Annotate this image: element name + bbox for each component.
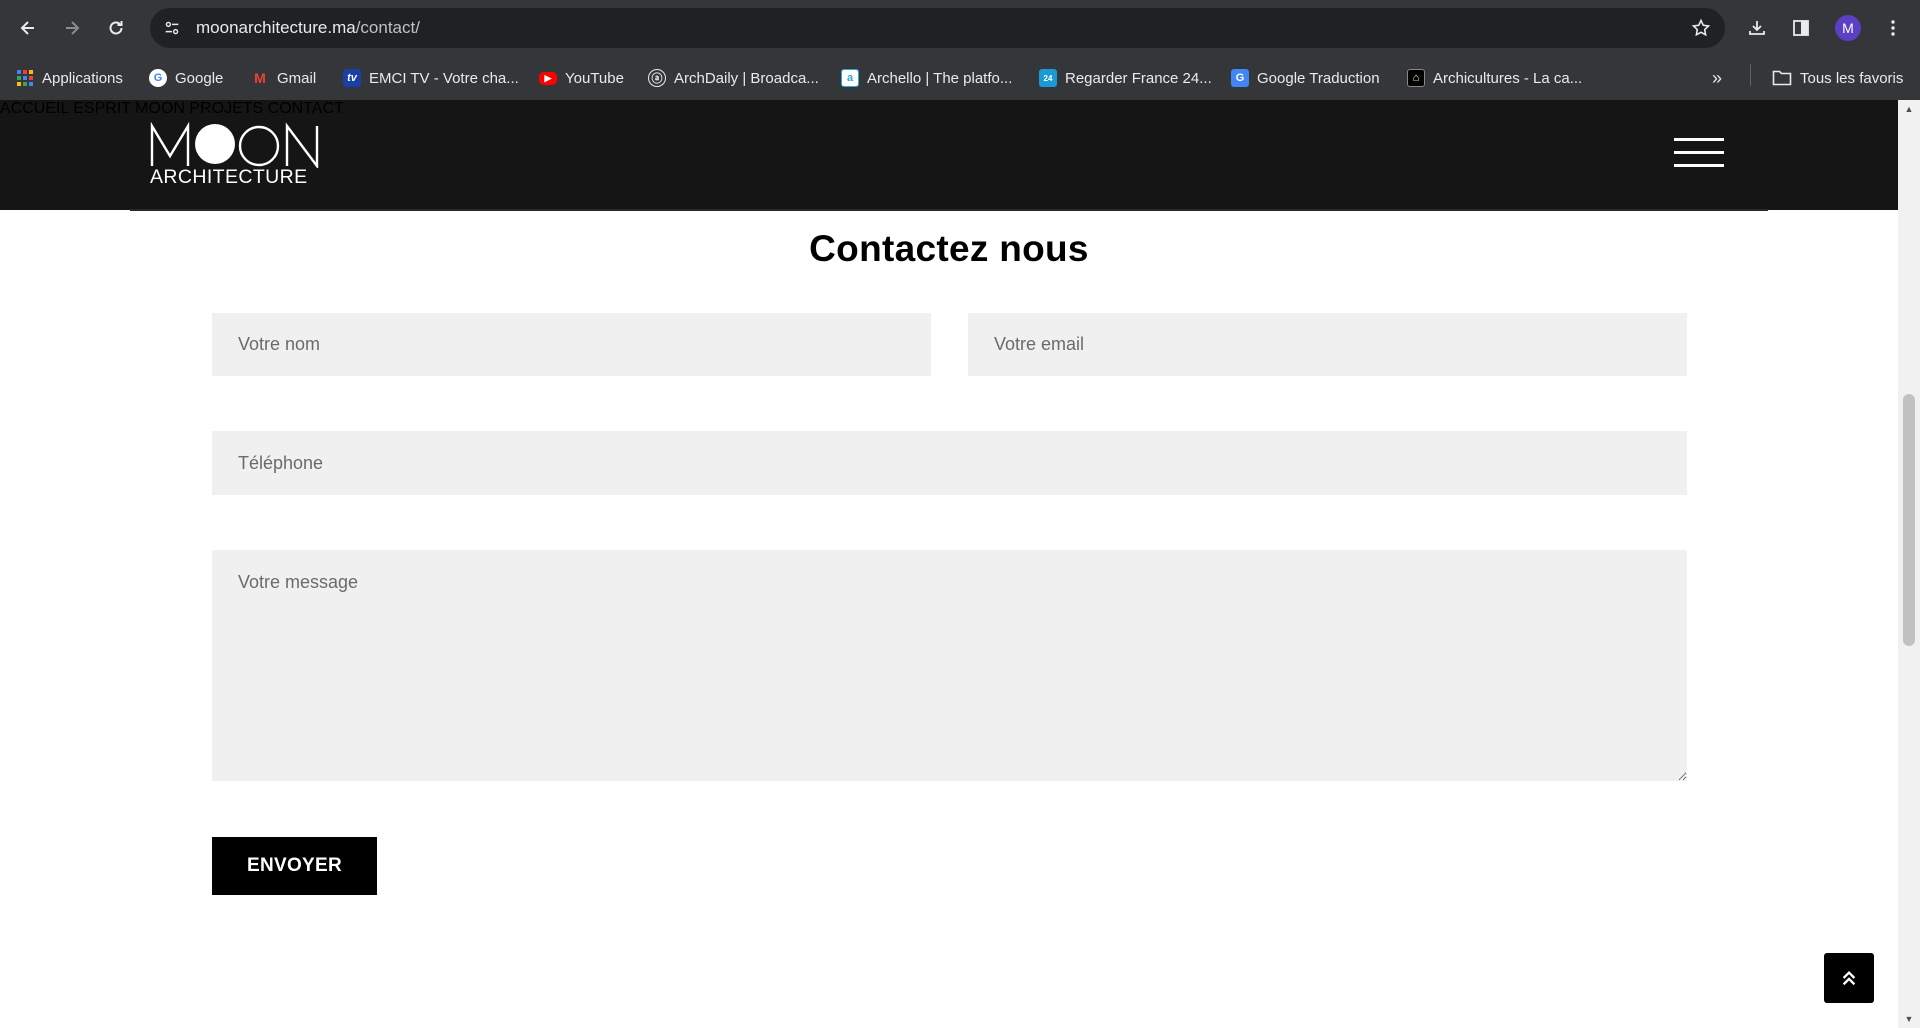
bookmark-google[interactable]: G Google — [149, 64, 223, 92]
submit-button[interactable]: ENVOYER — [212, 837, 377, 895]
bookmark-label: YouTube — [565, 69, 624, 87]
bookmark-label: ArchDaily | Broadca... — [674, 69, 819, 87]
download-icon — [1749, 21, 1765, 35]
url-host: moonarchitecture.ma — [196, 18, 356, 37]
gmail-icon: M — [254, 70, 266, 86]
bookmarks-divider — [1750, 64, 1751, 86]
phone-field[interactable] — [212, 431, 1687, 495]
bookmark-applications[interactable]: Applications — [16, 64, 123, 92]
emci-tv-icon: tv — [343, 69, 361, 87]
scroll-up-arrow-icon[interactable]: ▲ — [1904, 104, 1914, 114]
bookmark-youtube[interactable]: ▶ YouTube — [539, 64, 624, 92]
bookmark-archicultures[interactable]: ⌂ Archicultures - La ca... — [1407, 64, 1582, 92]
page-scrollbar[interactable]: ▲ ▼ — [1898, 100, 1920, 1028]
kebab-menu-icon — [1891, 20, 1895, 36]
hamburger-line — [1674, 164, 1724, 167]
google-translate-icon: G — [1231, 69, 1249, 87]
nav-esprit-moon[interactable]: ESPRIT MOON — [73, 100, 185, 117]
forward-arrow-icon — [66, 21, 80, 35]
hamburger-menu-button[interactable] — [1674, 138, 1724, 170]
bookmark-label: Regarder France 24... — [1065, 69, 1212, 87]
forward-button[interactable] — [54, 10, 90, 46]
name-field[interactable] — [212, 313, 931, 376]
google-icon: G — [149, 69, 167, 87]
bookmark-label: Gmail — [277, 69, 317, 87]
bookmark-label: Google Traduction — [1257, 69, 1380, 87]
bookmark-archdaily[interactable]: ⓐ ArchDaily | Broadca... — [648, 64, 819, 92]
bookmark-emci-tv[interactable]: tv EMCI TV - Votre cha... — [343, 64, 519, 92]
all-bookmarks-button[interactable]: Tous les favoris — [1772, 64, 1903, 92]
back-button[interactable] — [10, 10, 46, 46]
star-icon — [1691, 18, 1711, 37]
email-field[interactable] — [968, 313, 1687, 376]
page-viewport: ARCHITECTURE ACCUEIL ESPRIT MOON PROJETS… — [0, 100, 1898, 1028]
side-panel-button[interactable] — [1785, 12, 1817, 44]
bookmark-label: Applications — [42, 69, 123, 87]
page-title: Contactez nous — [809, 228, 1089, 269]
scroll-to-top-button[interactable] — [1824, 953, 1874, 1003]
browser-chrome: moonarchitecture.ma/contact/ M Applicati… — [0, 0, 1920, 100]
apps-grid-icon — [16, 69, 34, 87]
header-divider — [130, 209, 1768, 211]
youtube-icon: ▶ — [539, 71, 557, 85]
archicultures-icon: ⌂ — [1407, 69, 1425, 87]
nav-projets[interactable]: PROJETS — [189, 100, 263, 117]
reload-icon — [109, 21, 123, 35]
double-chevron-right-icon: » — [1712, 67, 1723, 88]
browser-toolbar: moonarchitecture.ma/contact/ M — [0, 0, 1920, 56]
bookmark-gmail[interactable]: M Gmail — [251, 64, 316, 92]
message-field[interactable] — [212, 550, 1687, 781]
address-bar[interactable]: moonarchitecture.ma/contact/ — [150, 8, 1725, 48]
logo-subtitle: ARCHITECTURE — [150, 166, 308, 188]
downloads-button[interactable] — [1741, 12, 1773, 44]
bookmark-google-translate[interactable]: G Google Traduction — [1231, 64, 1380, 92]
nav-accueil[interactable]: ACCUEIL — [0, 100, 69, 117]
back-arrow-icon — [20, 21, 34, 35]
logo-wordmark-icon — [150, 121, 319, 170]
side-panel-icon — [1793, 20, 1809, 36]
bookmark-label: EMCI TV - Votre cha... — [369, 69, 519, 87]
bookmark-archello[interactable]: a Archello | The platfo... — [841, 64, 1012, 92]
site-header: ARCHITECTURE ACCUEIL ESPRIT MOON PROJETS… — [0, 100, 1898, 210]
reload-button[interactable] — [98, 10, 134, 46]
site-logo[interactable]: ARCHITECTURE — [149, 121, 321, 188]
url-path: /contact/ — [355, 18, 420, 37]
bookmark-france24[interactable]: 24 Regarder France 24... — [1039, 64, 1212, 92]
scroll-down-arrow-icon[interactable]: ▼ — [1904, 1014, 1914, 1024]
scrollbar-thumb[interactable] — [1903, 394, 1915, 646]
bookmark-star-button[interactable] — [1689, 16, 1713, 40]
hamburger-line — [1674, 151, 1724, 154]
bookmark-label: Archicultures - La ca... — [1433, 69, 1583, 87]
profile-avatar[interactable]: M — [1835, 15, 1861, 41]
all-bookmarks-label: Tous les favoris — [1800, 69, 1904, 87]
site-info-button[interactable] — [158, 14, 186, 42]
archello-icon: a — [841, 69, 859, 87]
bookmark-label: Google — [175, 69, 224, 87]
folder-icon — [1772, 70, 1792, 86]
more-bookmarks-button[interactable]: » — [1712, 64, 1722, 92]
france24-icon: 24 — [1039, 69, 1057, 87]
bookmark-label: Archello | The platfo... — [867, 69, 1013, 87]
tune-icon — [165, 21, 179, 35]
url-text: moonarchitecture.ma/contact/ — [196, 18, 420, 38]
bookmarks-bar: Applications G Google M Gmail tv EMCI TV… — [0, 56, 1920, 100]
nav-contact[interactable]: CONTACT — [268, 100, 344, 117]
hamburger-line — [1674, 138, 1724, 141]
archdaily-icon: ⓐ — [648, 69, 666, 87]
browser-menu-button[interactable] — [1877, 12, 1909, 44]
double-chevron-up-icon — [1842, 970, 1856, 986]
